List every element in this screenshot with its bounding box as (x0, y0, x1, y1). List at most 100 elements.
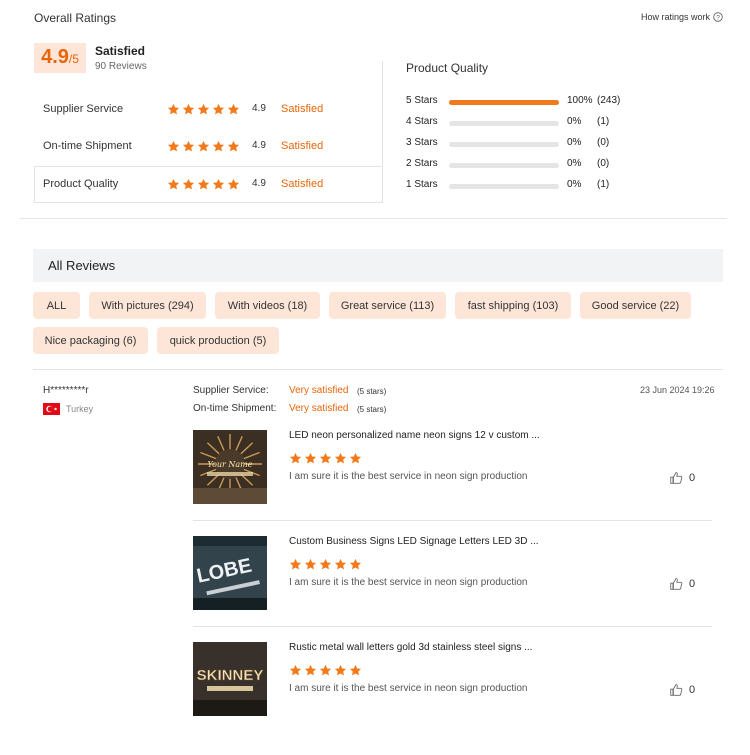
sub-rating-name: Supplier Service (43, 103, 124, 115)
quality-row-count: (1) (597, 179, 610, 190)
product-photo: SKINNEY (193, 642, 267, 716)
filter-label: Good service (22) (591, 299, 680, 312)
section-divider (20, 218, 727, 219)
like-button[interactable]: 0 (669, 577, 695, 591)
star-icon (227, 140, 240, 153)
star-icon (334, 664, 347, 677)
star-icon (349, 558, 362, 571)
star-icon (304, 664, 317, 677)
overall-reviews-count: 90 Reviews (95, 61, 147, 72)
overall-score-suffix: /5 (68, 52, 79, 66)
review-supplier-service-value: Very satisfied (289, 385, 349, 396)
quality-row-count: (243) (597, 95, 621, 106)
filter-label: ALL (46, 299, 67, 312)
product-quality-selected-box (34, 166, 383, 203)
filter-label: With pictures (294) (101, 299, 194, 312)
review-shipment-value: Very satisfied (289, 403, 349, 414)
review-comment: I am sure it is the best service in neon… (289, 577, 528, 588)
review-filter-great-service[interactable]: Great service (113) (329, 292, 446, 319)
product-photo: Your Name (193, 430, 267, 504)
overall-label: Satisfied (95, 44, 146, 58)
review-product-title[interactable]: Custom Business Signs LED Signage Letter… (289, 536, 539, 547)
quality-row-label: 4 Stars (406, 116, 438, 127)
star-icon (212, 140, 225, 153)
thumbs-up-icon (669, 471, 683, 485)
review-shipment-stars: (5 stars) (357, 405, 387, 414)
thumbs-up-icon (669, 577, 683, 591)
star-icon (349, 452, 362, 465)
quality-row-percent: 100% (567, 95, 593, 106)
filter-label: With videos (18) (227, 299, 308, 312)
review-comment: I am sure it is the best service in neon… (289, 683, 528, 694)
star-icon (304, 452, 317, 465)
star-icon (334, 558, 347, 571)
like-button[interactable]: 0 (669, 683, 695, 697)
quality-row-percent: 0% (567, 137, 582, 148)
svg-text:Your Name: Your Name (207, 460, 252, 469)
like-count: 0 (689, 472, 696, 484)
review-item-divider (193, 626, 712, 627)
sub-rating-score: 4.9 (252, 140, 266, 151)
review-product-thumbnail[interactable]: Your Name (193, 430, 267, 504)
sub-rating-name: On-time Shipment (43, 140, 132, 152)
quality-breakdown-title: Product Quality (406, 61, 489, 75)
quality-bar-track (449, 142, 559, 147)
review-comment: I am sure it is the best service in neon… (289, 471, 528, 482)
review-filter-fast-shipping[interactable]: fast shipping (103) (455, 292, 571, 319)
review-product-thumbnail[interactable]: LOBE (193, 536, 267, 610)
review-product-title[interactable]: LED neon personalized name neon signs 12… (289, 430, 540, 441)
star-icon (319, 452, 332, 465)
quality-bar-fill (449, 100, 559, 105)
sub-rating-label: Satisfied (281, 103, 324, 115)
reviewer-name: H*********r (43, 385, 89, 396)
reviews-list-divider (33, 369, 723, 370)
review-filter-with-videos[interactable]: With videos (18) (215, 292, 320, 319)
star-icon (212, 103, 225, 116)
star-icon (197, 140, 210, 153)
quality-row-percent: 0% (567, 116, 582, 127)
star-icon (289, 558, 302, 571)
review-filter-ALL[interactable]: ALL (33, 292, 80, 319)
star-icon (289, 452, 302, 465)
review-item-divider (193, 520, 712, 521)
review-item-stars (289, 558, 362, 571)
quality-row-label: 5 Stars (406, 95, 438, 106)
how-ratings-work-label: How ratings work (641, 12, 711, 22)
quality-row-label: 2 Stars (406, 158, 438, 169)
star-icon (304, 558, 317, 571)
svg-text:SKINNEY: SKINNEY (197, 667, 264, 684)
help-icon: ? (713, 12, 723, 22)
sub-rating-label: Satisfied (281, 140, 324, 152)
like-button[interactable]: 0 (669, 471, 695, 485)
thumbs-up-icon (669, 683, 683, 697)
overall-score-badge: 4.9 /5 (34, 43, 86, 73)
review-filter-good-service[interactable]: Good service (22) (580, 292, 691, 319)
quality-row-label: 3 Stars (406, 137, 438, 148)
svg-text:?: ? (716, 14, 720, 21)
star-icon (197, 103, 210, 116)
star-icon (182, 103, 195, 116)
star-icon (182, 140, 195, 153)
star-icon (349, 664, 362, 677)
review-item-stars (289, 664, 362, 677)
review-item-stars (289, 452, 362, 465)
filter-label: Nice packaging (6) (44, 334, 137, 347)
review-filter-quick-production[interactable]: quick production (5) (157, 327, 279, 354)
quality-row-count: (1) (597, 116, 610, 127)
star-icon (289, 664, 302, 677)
star-icon (319, 558, 332, 571)
review-supplier-service-stars: (5 stars) (357, 387, 387, 396)
how-ratings-work-link[interactable]: How ratings work ? (641, 12, 723, 22)
review-filter-nice-packaging[interactable]: Nice packaging (6) (33, 327, 148, 354)
star-icon (167, 140, 180, 153)
quality-bar-track (449, 184, 559, 189)
review-product-title[interactable]: Rustic metal wall letters gold 3d stainl… (289, 642, 532, 653)
filter-label: Great service (113) (340, 299, 435, 312)
overall-score-value: 4.9 (41, 46, 69, 68)
quality-bar-track (449, 121, 559, 126)
quality-row-count: (0) (597, 158, 610, 169)
overall-ratings-title: Overall Ratings (34, 11, 117, 25)
sub-rating-stars (167, 140, 240, 153)
review-product-thumbnail[interactable]: SKINNEY (193, 642, 267, 716)
review-filter-with-pictures[interactable]: With pictures (294) (89, 292, 206, 319)
